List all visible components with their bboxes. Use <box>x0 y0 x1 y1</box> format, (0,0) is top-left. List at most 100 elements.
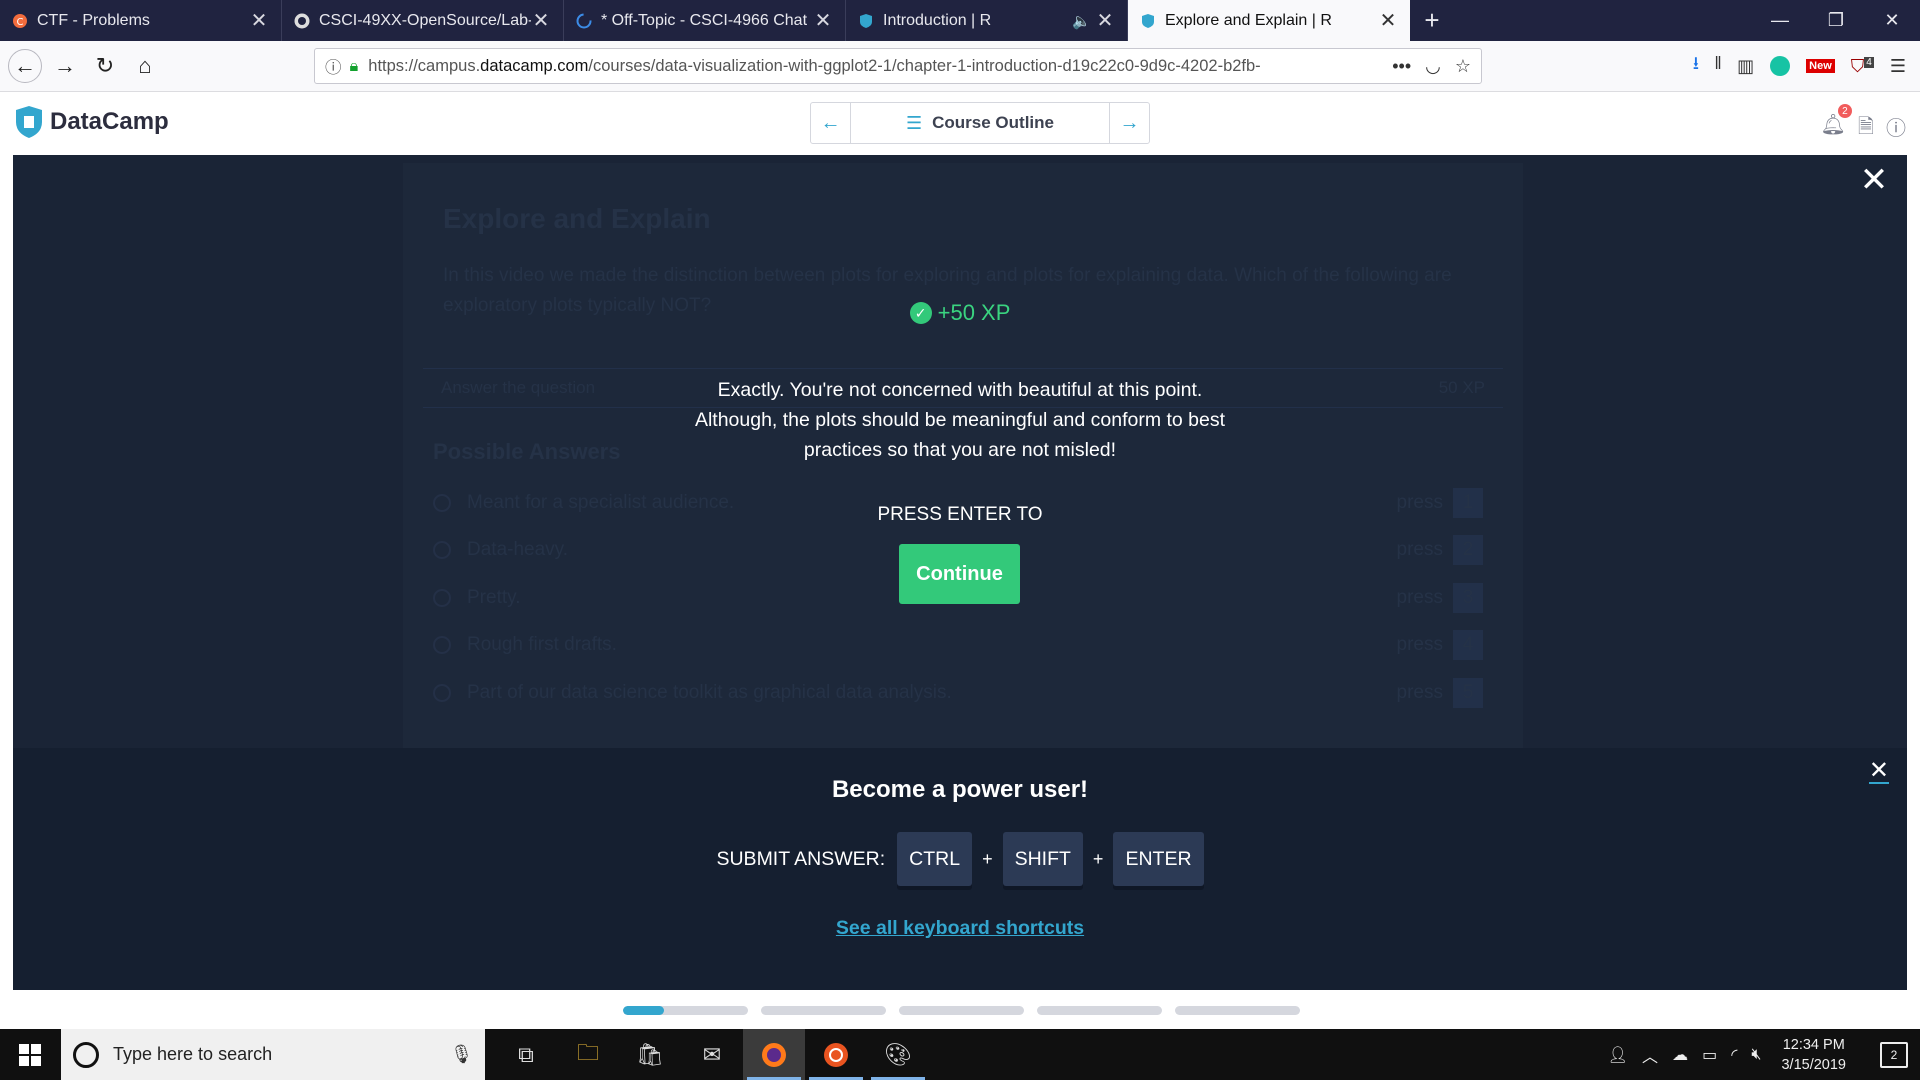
power-user-banner: ✕ Become a power user! SUBMIT ANSWER: CT… <box>13 748 1907 990</box>
tab-chat[interactable]: * Off-Topic - CSCI-4966 Chat ✕ <box>564 0 846 41</box>
feedback-message: Exactly. You're not concerned with beaut… <box>13 375 1907 465</box>
datacamp-logo[interactable]: DataCamp <box>14 105 169 139</box>
page-actions-icon[interactable]: ••• <box>1392 56 1411 77</box>
home-icon[interactable]: ⌂ <box>128 49 162 83</box>
url-host: datacamp.com <box>480 56 589 75</box>
keyboard-shortcuts-link[interactable]: See all keyboard shortcuts <box>13 917 1907 940</box>
github-icon <box>294 13 310 29</box>
slides-pdf-icon[interactable]: 🗎 <box>1858 112 1874 146</box>
url-prefix: https://campus. <box>368 56 481 75</box>
close-tab-icon[interactable]: ✕ <box>1378 8 1398 33</box>
windows-start-icon[interactable] <box>0 1029 60 1080</box>
people-icon[interactable]: 👤︎ <box>1608 1045 1628 1065</box>
extension-green-icon[interactable] <box>1770 56 1791 76</box>
ubuntu-icon[interactable] <box>805 1029 867 1080</box>
reload-icon[interactable]: ↻ <box>88 49 122 83</box>
tab-title: Introduction | R <box>883 11 992 29</box>
taskbar-clock[interactable]: 12:34 PM 3/15/2019 <box>1781 1035 1846 1075</box>
forward-arrow-icon[interactable]: → <box>48 49 82 83</box>
cortana-icon <box>73 1041 99 1068</box>
browser-tab-bar: C CTF - Problems ✕ CSCI-49XX-OpenSource/… <box>0 0 1920 41</box>
next-exercise-arrow-icon[interactable]: → <box>1109 103 1149 143</box>
system-tray: 👤︎ ︿ ☁ ▭ ◜ 🔇︎ 12:34 PM 3/15/2019 2 <box>1608 1029 1920 1080</box>
datacamp-header: DataCamp ← ☰ Course Outline → 🔔︎ 2 🗎 ⓘ <box>0 92 1920 154</box>
progress-segment[interactable] <box>1037 1006 1162 1015</box>
new-tab-plus-icon[interactable]: + <box>1410 0 1454 41</box>
tab-github[interactable]: CSCI-49XX-OpenSource/Lab-St ✕ <box>282 0 564 41</box>
close-tab-icon[interactable]: ✕ <box>531 8 551 33</box>
press-enter-label: PRESS ENTER TO <box>877 504 1043 525</box>
store-icon[interactable]: 🛍︎ <box>619 1029 681 1080</box>
bookmark-star-icon[interactable]: ☆ <box>1455 56 1471 77</box>
header-icons: 🔔︎ 2 🗎 ⓘ <box>1821 104 1906 146</box>
plus-sign: + <box>1092 848 1104 869</box>
new-badge[interactable]: New <box>1806 59 1835 73</box>
volume-muted-icon[interactable]: 🔇︎ <box>1751 1046 1761 1064</box>
action-center-icon[interactable]: 2 <box>1880 1041 1908 1068</box>
radio-icon <box>433 636 451 654</box>
download-icon[interactable]: ⭳ <box>1693 51 1699 81</box>
progress-fill <box>623 1006 665 1015</box>
close-window-icon[interactable]: ✕ <box>1864 0 1920 41</box>
xp-text: +50 XP <box>937 300 1011 325</box>
clock-date: 3/15/2019 <box>1781 1056 1846 1073</box>
progress-segment[interactable] <box>899 1006 1024 1015</box>
close-tab-icon[interactable]: ✕ <box>813 8 833 33</box>
library-icon[interactable]: 𝍪 <box>1715 51 1721 81</box>
tray-chevron-icon[interactable]: ︿ <box>1642 1043 1658 1067</box>
tab-explore-explain[interactable]: Explore and Explain | R ✕ <box>1128 0 1410 41</box>
continue-button[interactable]: Continue <box>899 544 1020 604</box>
prev-exercise-arrow-icon[interactable]: ← <box>811 103 851 143</box>
close-overlay-icon[interactable]: ✕ <box>1859 163 1889 197</box>
browser-toolbar-right: ⭳ 𝍪 ▥ New ⛉ 4 ☰ <box>1693 51 1906 81</box>
back-arrow-icon[interactable]: ← <box>8 49 42 83</box>
mail-icon[interactable]: ✉ <box>681 1029 743 1080</box>
paint-app-icon[interactable]: 🎨︎ <box>867 1029 929 1080</box>
feedback-line: practices so that you are not misled! <box>803 439 1117 461</box>
microphone-icon[interactable]: 🎙︎ <box>450 1044 473 1065</box>
file-explorer-icon[interactable]: 🗀 <box>557 1029 619 1080</box>
ctfd-favicon-icon: C <box>12 13 28 29</box>
battery-icon[interactable]: ▭ <box>1702 1045 1717 1065</box>
info-icon[interactable]: ⓘ <box>325 54 342 78</box>
close-tab-icon[interactable]: ✕ <box>249 8 269 33</box>
power-user-title: Become a power user! <box>831 776 1089 803</box>
datacamp-favicon-icon <box>1140 13 1156 29</box>
feedback-line: Although, the plots should be meaningful… <box>694 409 1226 431</box>
wifi-icon[interactable]: ◜ <box>1731 1045 1737 1065</box>
speaker-icon[interactable]: 🔈 <box>1072 12 1091 30</box>
menu-hamburger-icon[interactable]: ☰ <box>1890 56 1906 77</box>
window-controls: — ❐ ✕ <box>1752 0 1920 41</box>
close-tab-icon[interactable]: ✕ <box>1095 8 1115 33</box>
firefox-icon[interactable] <box>743 1029 805 1080</box>
lock-icon: 🔒︎ <box>349 56 359 75</box>
tab-ctf-problems[interactable]: C CTF - Problems ✕ <box>0 0 282 41</box>
task-view-icon[interactable]: ⧉ <box>495 1029 557 1080</box>
key-ctrl: CTRL <box>897 832 973 886</box>
course-outline-button[interactable]: ☰ Course Outline <box>851 103 1109 143</box>
chat-loading-icon <box>576 13 592 29</box>
restore-icon[interactable]: ❐ <box>1808 0 1864 41</box>
course-outline-nav: ← ☰ Course Outline → <box>810 102 1150 144</box>
pocket-icon[interactable]: ◡ <box>1425 56 1441 77</box>
progress-segment[interactable] <box>1175 1006 1300 1015</box>
feedback-alert-icon[interactable]: ⓘ <box>1886 112 1906 146</box>
answer-option: Part of our data science toolkit as grap… <box>433 678 1483 708</box>
logo-text: DataCamp <box>50 108 169 135</box>
progress-segment[interactable] <box>623 1006 748 1015</box>
datacamp-shield-icon <box>16 106 42 138</box>
submit-answer-label: SUBMIT ANSWER: <box>716 847 886 870</box>
tab-title: * Off-Topic - CSCI-4966 Chat <box>601 11 808 29</box>
progress-segment[interactable] <box>761 1006 886 1015</box>
taskbar-apps: ⧉ 🗀 🛍︎ ✉ 🎨︎ <box>495 1029 929 1080</box>
sidebar-icon[interactable]: ▥ <box>1737 56 1754 77</box>
tab-introduction[interactable]: Introduction | R 🔈 ✕ <box>846 0 1128 41</box>
onedrive-icon[interactable]: ☁ <box>1672 1045 1688 1065</box>
taskbar-search[interactable]: Type here to search 🎙︎ <box>61 1029 485 1080</box>
minimize-icon[interactable]: — <box>1752 0 1808 41</box>
url-bar[interactable]: ⓘ 🔒︎ https://campus. datacamp.com/courses… <box>314 48 1482 84</box>
notifications-bell-icon[interactable]: 🔔︎ 2 <box>1821 104 1852 146</box>
radio-icon <box>433 541 451 559</box>
answer-option: Rough first drafts. press 4 <box>433 630 1483 660</box>
ublock-icon[interactable]: ⛉ 4 <box>1851 56 1874 77</box>
